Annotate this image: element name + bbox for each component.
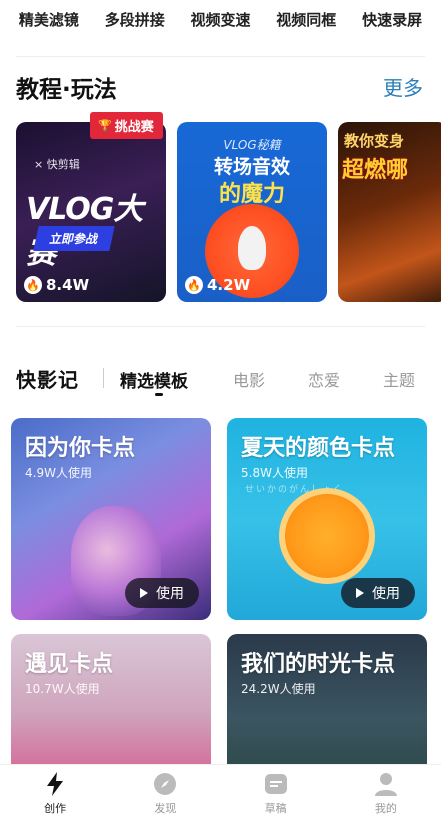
use-label: 使用 bbox=[156, 586, 184, 602]
tutorial-card-transition-sfx[interactable]: VLOG秘籍 转场音效 的魔力 🔥 4.2W bbox=[177, 122, 327, 302]
drafts-icon bbox=[264, 772, 288, 796]
card-subtitle: VLOG秘籍 bbox=[223, 138, 281, 152]
template-title: 我们的时光卡点 bbox=[241, 652, 396, 677]
feature-row: 精美滤镜 多段拼接 视频变速 视频同框 快速录屏 bbox=[0, 0, 441, 38]
card-logo-text: × 快剪辑 bbox=[34, 158, 80, 171]
ear-icon bbox=[238, 226, 266, 270]
section-title-tutorial: 教程·玩法 bbox=[16, 77, 117, 103]
tab-label: 我的 bbox=[374, 801, 397, 815]
view-count-value: 4.2W bbox=[207, 276, 251, 294]
tab-label: 创作 bbox=[44, 801, 67, 815]
feature-multi-clip[interactable]: 多段拼接 bbox=[105, 9, 165, 30]
tab-label: 草稿 bbox=[264, 801, 287, 815]
feature-screen-record[interactable]: 快速录屏 bbox=[362, 9, 422, 30]
compass-icon bbox=[153, 772, 177, 796]
play-icon bbox=[356, 588, 364, 598]
feature-filters[interactable]: 精美滤镜 bbox=[19, 9, 79, 30]
use-button[interactable]: 使用 bbox=[341, 578, 415, 608]
tab-featured[interactable]: 精选模板 bbox=[120, 367, 188, 392]
divider bbox=[16, 56, 425, 57]
active-tab-indicator bbox=[155, 393, 163, 396]
trophy-icon: 🏆 bbox=[98, 119, 112, 132]
card-title-line1: 转场音效 bbox=[213, 156, 290, 178]
badge-label: 挑战赛 bbox=[114, 120, 154, 135]
orange-slice-image bbox=[279, 488, 375, 584]
kuaiying-logo: 快影记 bbox=[16, 368, 79, 392]
tab-movie[interactable]: 电影 bbox=[233, 367, 265, 391]
use-label: 使用 bbox=[372, 586, 400, 602]
lightning-icon bbox=[43, 771, 67, 796]
tutorial-card-dragon[interactable]: 教你变身 超燃哪 bbox=[338, 122, 441, 302]
tab-theme[interactable]: 主题 bbox=[383, 367, 415, 391]
feature-duet[interactable]: 视频同框 bbox=[276, 9, 336, 30]
use-button[interactable]: 使用 bbox=[125, 578, 199, 608]
challenge-badge: 🏆 挑战赛 bbox=[90, 112, 163, 139]
tab-drafts[interactable]: 草稿 bbox=[221, 765, 331, 822]
divider bbox=[16, 326, 425, 327]
template-usage: 5.8W人使用 bbox=[241, 466, 308, 480]
template-card[interactable]: 遇见卡点 10.7W人使用 bbox=[11, 634, 211, 774]
template-title: 遇见卡点 bbox=[25, 652, 114, 677]
template-title: 因为你卡点 bbox=[25, 436, 136, 461]
user-icon bbox=[374, 772, 398, 796]
vertical-separator bbox=[103, 368, 104, 388]
template-card[interactable]: せいかのがんしょく 夏天的颜色卡点 5.8W人使用 使用 bbox=[227, 418, 427, 620]
feature-speed[interactable]: 视频变速 bbox=[190, 9, 250, 30]
fire-icon: 🔥 bbox=[185, 276, 203, 294]
template-usage: 24.2W人使用 bbox=[241, 682, 316, 696]
tutorial-card-vlog-contest[interactable]: × 快剪辑 VLOG大赛 立即参战 🔥 8.4W bbox=[16, 122, 166, 302]
tab-discover[interactable]: 发现 bbox=[110, 765, 220, 822]
template-card[interactable]: 我们的时光卡点 24.2W人使用 bbox=[227, 634, 427, 774]
play-icon bbox=[140, 588, 148, 598]
join-button: 立即参战 bbox=[33, 226, 115, 251]
fire-icon: 🔥 bbox=[24, 276, 42, 294]
tab-romance[interactable]: 恋爱 bbox=[308, 367, 340, 391]
tab-create[interactable]: 创作 bbox=[0, 765, 110, 822]
template-usage: 10.7W人使用 bbox=[25, 682, 100, 696]
tab-profile[interactable]: 我的 bbox=[331, 765, 441, 822]
tab-label: 发现 bbox=[154, 801, 177, 815]
card-text-line2: 超燃哪 bbox=[342, 158, 409, 183]
card-text-line1: 教你变身 bbox=[344, 132, 405, 150]
view-count: 🔥 8.4W bbox=[24, 276, 89, 294]
view-count-value: 8.4W bbox=[46, 276, 90, 294]
more-link[interactable]: 更多 bbox=[383, 72, 423, 101]
template-usage: 4.9W人使用 bbox=[25, 466, 92, 480]
template-card[interactable]: 因为你卡点 4.9W人使用 使用 bbox=[11, 418, 211, 620]
view-count: 🔥 4.2W bbox=[185, 276, 250, 294]
bottom-tab-bar: 创作 发现 草稿 我的 bbox=[0, 764, 441, 822]
template-title: 夏天的颜色卡点 bbox=[241, 436, 396, 461]
